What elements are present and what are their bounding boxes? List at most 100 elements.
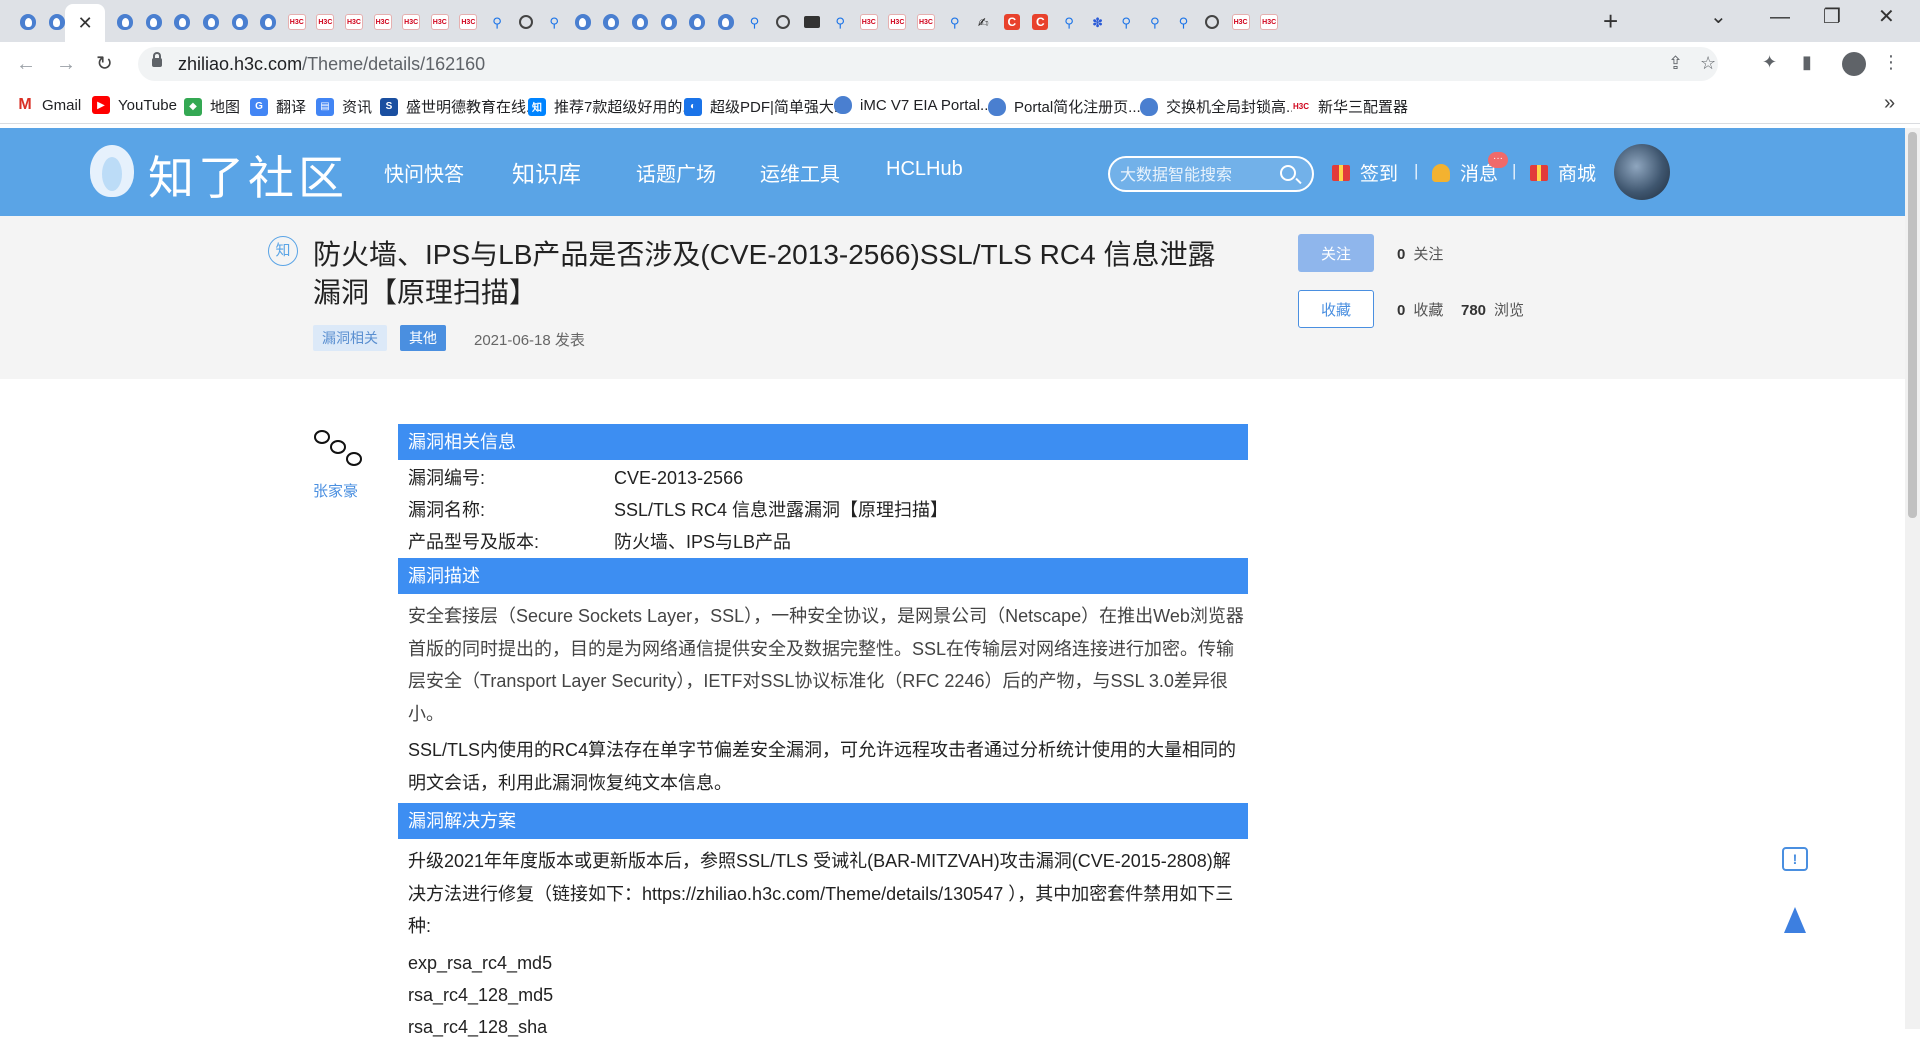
browser-tab[interactable]: ⚲: [1055, 8, 1083, 36]
browser-tab[interactable]: H3C: [426, 8, 454, 36]
nav-topic-square[interactable]: 话题广场: [636, 158, 716, 187]
browser-tab[interactable]: [140, 8, 168, 36]
scrollbar-thumb[interactable]: [1908, 132, 1917, 518]
tab-search-icon[interactable]: ⌄: [1710, 4, 1727, 30]
browser-tab[interactable]: H3C: [397, 8, 425, 36]
bookmark-item[interactable]: ▤ 资讯: [316, 96, 372, 117]
browser-tab[interactable]: ✍: [969, 8, 997, 36]
zhiliao-logo-icon[interactable]: [90, 145, 134, 197]
menu-icon[interactable]: ⋮: [1882, 52, 1900, 73]
browser-tab[interactable]: [111, 8, 139, 36]
site-search-input[interactable]: [1118, 163, 1278, 185]
browser-tab[interactable]: [683, 8, 711, 36]
nav-hclhub[interactable]: HCLHub: [886, 158, 963, 181]
browser-tab[interactable]: H3C: [454, 8, 482, 36]
search-icon[interactable]: [1280, 165, 1296, 181]
bookmark-item[interactable]: H3C 新华三配置器: [1292, 96, 1408, 117]
follow-button[interactable]: 关注: [1298, 234, 1374, 272]
window-close-icon[interactable]: ✕: [1878, 4, 1895, 30]
side-panel-icon[interactable]: ▮: [1802, 52, 1812, 73]
browser-tab[interactable]: [798, 8, 826, 36]
new-tab-button[interactable]: +: [1603, 6, 1618, 36]
browser-tab[interactable]: H3C: [340, 8, 368, 36]
browser-tab[interactable]: ⚲: [540, 8, 568, 36]
browser-tab[interactable]: [769, 8, 797, 36]
browser-tab[interactable]: C: [998, 8, 1026, 36]
tag-other[interactable]: 其他: [400, 325, 446, 351]
bookmark-item[interactable]: ◆ 地图: [184, 96, 240, 117]
back-to-top-icon[interactable]: [1784, 907, 1806, 933]
browser-tab[interactable]: [655, 8, 683, 36]
address-bar[interactable]: zhiliao.h3c.com/Theme/details/162160 ⇪ ☆: [138, 47, 1718, 81]
close-icon[interactable]: ✕: [78, 13, 93, 34]
browser-tab[interactable]: ⚲: [1112, 8, 1140, 36]
tab-active[interactable]: ✕: [65, 4, 106, 42]
browser-tab[interactable]: ⚲: [941, 8, 969, 36]
bookmark-item[interactable]: 知推荐7款超级好用的...: [528, 96, 695, 117]
site-logo-text[interactable]: 知了社区: [148, 142, 348, 208]
checkin-link[interactable]: 签到: [1332, 159, 1398, 186]
bookmark-label: 交换机全局封锁高...: [1166, 99, 1299, 116]
browser-tab[interactable]: H3C: [369, 8, 397, 36]
restore-icon[interactable]: ❐: [1823, 4, 1841, 30]
browser-tab[interactable]: [168, 8, 196, 36]
forward-icon[interactable]: →: [56, 50, 76, 78]
browser-tab[interactable]: C: [1026, 8, 1054, 36]
browser-tab[interactable]: ⚲: [1141, 8, 1169, 36]
browser-tab[interactable]: [254, 8, 282, 36]
feedback-icon[interactable]: !: [1782, 847, 1808, 871]
author-name[interactable]: 张家豪: [313, 480, 358, 501]
reload-icon[interactable]: ↻: [96, 50, 113, 78]
user-avatar[interactable]: [1614, 144, 1670, 200]
browser-tab[interactable]: ⚲: [826, 8, 854, 36]
nav-ops-tools[interactable]: 运维工具: [760, 158, 840, 187]
bookmark-item[interactable]: 交换机全局封锁高...: [1140, 96, 1299, 117]
browser-tab[interactable]: H3C: [311, 8, 339, 36]
browser-tab[interactable]: [597, 8, 625, 36]
bookmark-item[interactable]: ◐ 超级PDF|简单强大...: [684, 96, 846, 117]
browser-tab[interactable]: ⚲: [483, 8, 511, 36]
favorite-button[interactable]: 收藏: [1298, 290, 1374, 328]
url-text[interactable]: zhiliao.h3c.com/Theme/details/162160: [178, 54, 485, 75]
search-icon: ⚲: [1150, 14, 1160, 30]
tag-vulnerability[interactable]: 漏洞相关: [313, 325, 387, 351]
profile-avatar[interactable]: [1842, 52, 1866, 76]
share-icon[interactable]: ⇪: [1668, 53, 1683, 74]
zhiliao-icon: [603, 14, 620, 30]
author-avatar[interactable]: [312, 430, 364, 474]
browser-tab[interactable]: [512, 8, 540, 36]
browser-tab[interactable]: ✽: [1084, 8, 1112, 36]
bookmark-item[interactable]: ▶ YouTube: [92, 96, 177, 114]
bookmark-item[interactable]: S 盛世明德教育在线...: [380, 96, 539, 117]
browser-tab[interactable]: H3C: [283, 8, 311, 36]
browser-tab[interactable]: H3C: [855, 8, 883, 36]
bookmark-star-icon[interactable]: ☆: [1700, 53, 1716, 74]
extensions-icon[interactable]: ✦: [1762, 52, 1777, 73]
browser-tab[interactable]: [626, 8, 654, 36]
browser-tab[interactable]: H3C: [883, 8, 911, 36]
browser-tab[interactable]: H3C: [1255, 8, 1283, 36]
browser-tab[interactable]: ⚲: [740, 8, 768, 36]
browser-tab[interactable]: [1198, 8, 1226, 36]
nav-knowledge-base[interactable]: 知识库: [512, 155, 581, 189]
nav-quick-qa[interactable]: 快问快答: [384, 158, 464, 187]
minimize-icon[interactable]: —: [1770, 4, 1790, 30]
browser-tab[interactable]: [226, 8, 254, 36]
shop-link[interactable]: 商城: [1530, 159, 1596, 186]
browser-tab[interactable]: [569, 8, 597, 36]
bookmark-item[interactable]: Portal简化注册页...: [988, 96, 1141, 117]
browser-tab[interactable]: H3C: [1227, 8, 1255, 36]
bookmark-item[interactable]: G 翻译: [250, 96, 306, 117]
browser-tab[interactable]: [712, 8, 740, 36]
back-icon[interactable]: ←: [16, 50, 36, 78]
chevron-right-icon[interactable]: »: [1884, 92, 1895, 115]
zhiliao-icon: [48, 14, 65, 30]
browser-tab[interactable]: [14, 8, 42, 36]
browser-tab[interactable]: [197, 8, 225, 36]
bookmark-item[interactable]: iMC V7 EIA Portal...: [834, 96, 993, 114]
lock-icon[interactable]: [152, 52, 162, 67]
page-scrollbar[interactable]: [1905, 128, 1920, 1029]
browser-tab[interactable]: H3C: [912, 8, 940, 36]
browser-tab[interactable]: ⚲: [1169, 8, 1197, 36]
bookmark-item[interactable]: M Gmail: [16, 96, 81, 114]
